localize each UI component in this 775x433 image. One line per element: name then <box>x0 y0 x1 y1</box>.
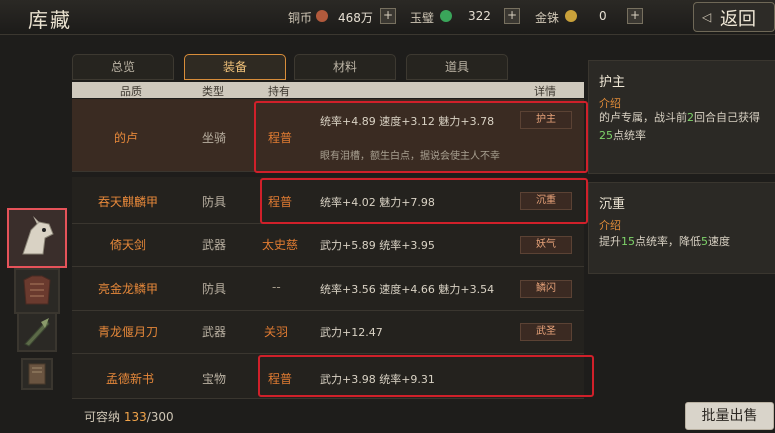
tab-materials[interactable]: 材料 <box>294 54 396 80</box>
currency-gold: 金铢 0 + <box>535 6 645 26</box>
category-tabs: 总览 装备 材料 道具 <box>72 54 582 80</box>
item-stats: 武力+12.47 <box>320 326 383 339</box>
header-type: 类型 <box>202 85 224 98</box>
trait-title: 沉重 <box>599 197 626 212</box>
jade-value: 322 <box>468 9 491 23</box>
horse-icon <box>22 216 54 255</box>
trait-title: 护主 <box>599 75 626 90</box>
batch-sell-button[interactable]: 批量出售 <box>685 402 774 430</box>
item-name: 亮金龙鳞甲 <box>98 282 159 296</box>
capacity-total: /300 <box>146 410 174 424</box>
item-name: 青龙偃月刀 <box>98 325 159 339</box>
item-stats: 武力+5.89 统率+3.95 <box>320 239 435 252</box>
back-label: 返回 <box>720 9 756 30</box>
item-type: 武器 <box>202 238 227 252</box>
table-header: 品质 类型 持有 详情 <box>72 82 584 98</box>
jade-label: 玉璧 <box>410 11 435 25</box>
trait-tag[interactable]: 妖气 <box>520 236 572 254</box>
trait-info-card: 护主 介绍 的卢专属，战斗前2回合自己获得25点统率 <box>588 60 775 174</box>
trait-tag[interactable]: 鳞闪 <box>520 280 572 298</box>
add-gold-button[interactable]: + <box>627 8 643 24</box>
trait-info-card: 沉重 介绍 提升15点统率，降低5速度 <box>588 182 775 274</box>
item-name: 吞天麒麟甲 <box>98 195 159 209</box>
item-name: 倚天剑 <box>110 238 147 252</box>
header-quality: 品质 <box>120 85 142 98</box>
copper-label: 铜币 <box>288 11 313 25</box>
item-type: 宝物 <box>202 372 227 386</box>
capacity-current: 133 <box>123 410 147 424</box>
tab-overview[interactable]: 总览 <box>72 54 174 80</box>
add-jade-button[interactable]: + <box>504 8 520 24</box>
item-owner: 太史慈 <box>262 238 299 252</box>
table-row[interactable]: 青龙偃月刀 武器 关羽 武力+12.47 武圣 <box>72 311 584 354</box>
book-icon <box>28 363 46 385</box>
item-owner: -- <box>272 280 281 294</box>
back-button[interactable]: ◁ 返回 <box>693 2 775 32</box>
capacity-info: 可容纳 133/300 <box>84 408 174 425</box>
gold-value: 0 <box>599 9 607 23</box>
currency-copper: 铜币 468万 + <box>288 6 398 26</box>
item-stats: 统率+3.56 速度+4.66 魅力+3.54 <box>320 283 495 296</box>
table-row[interactable]: 倚天剑 武器 太史慈 武力+5.89 统率+3.95 妖气 <box>72 224 584 267</box>
page-title: 库藏 <box>28 8 72 32</box>
table-row[interactable]: 亮金龙鳞甲 防具 -- 统率+3.56 速度+4.66 魅力+3.54 鳞闪 <box>72 267 584 311</box>
item-type: 防具 <box>202 282 227 296</box>
tab-equipment[interactable]: 装备 <box>184 54 286 80</box>
horse-item-thumbnail[interactable] <box>7 208 67 268</box>
header-owner: 持有 <box>268 85 290 98</box>
copper-coin-icon <box>316 10 328 22</box>
item-type: 防具 <box>202 195 227 209</box>
item-type: 坐骑 <box>202 131 227 145</box>
item-type: 武器 <box>202 325 227 339</box>
trait-description: 的卢专属，战斗前2回合自己获得25点统率 <box>599 111 760 142</box>
blade-icon <box>24 318 50 347</box>
highlight-box <box>254 101 588 173</box>
trait-tag[interactable]: 武圣 <box>520 323 572 341</box>
item-owner: 关羽 <box>264 325 289 339</box>
header-detail: 详情 <box>534 85 556 98</box>
capacity-label: 可容纳 <box>84 410 124 424</box>
blade-item-thumbnail[interactable] <box>17 312 57 352</box>
item-name: 孟德新书 <box>106 372 155 386</box>
gold-label: 金铢 <box>535 11 560 25</box>
highlight-box <box>258 355 594 397</box>
back-arrow-icon: ◁ <box>702 10 712 24</box>
item-name: 的卢 <box>114 131 139 145</box>
armor-icon <box>23 275 51 305</box>
book-item-thumbnail[interactable] <box>21 358 53 390</box>
highlight-box <box>260 178 588 224</box>
intro-label: 介绍 <box>599 219 621 232</box>
add-copper-button[interactable]: + <box>380 8 396 24</box>
gold-coin-icon <box>565 10 577 22</box>
copper-value: 468万 <box>338 11 373 25</box>
tab-items[interactable]: 道具 <box>406 54 508 80</box>
trait-description: 提升15点统率，降低5速度 <box>599 235 730 248</box>
currency-jade: 玉璧 322 + <box>410 6 522 26</box>
jade-icon <box>440 10 452 22</box>
armor-item-thumbnail[interactable] <box>14 268 60 314</box>
top-bar: 库藏 铜币 468万 + 玉璧 322 + 金铢 0 + ◁ 返回 <box>0 0 775 35</box>
